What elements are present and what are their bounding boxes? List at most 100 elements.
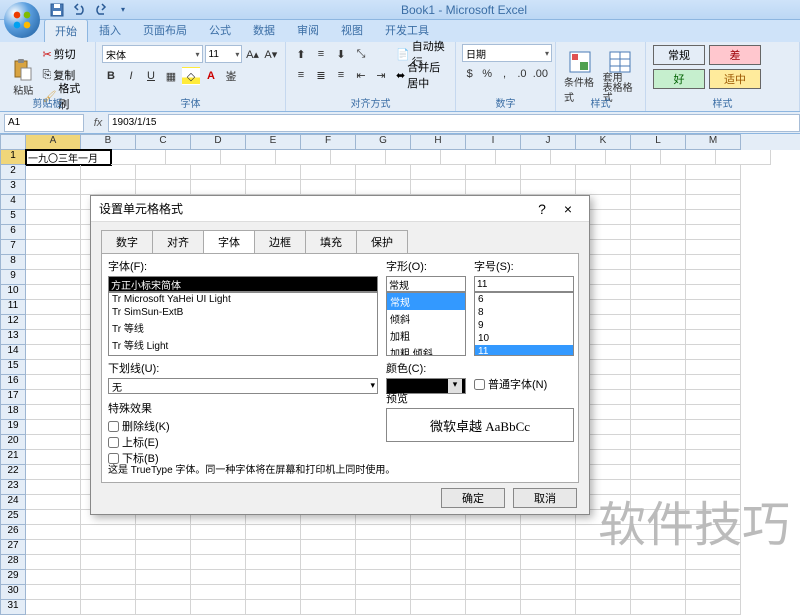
cell[interactable]: [631, 300, 686, 315]
cell[interactable]: [631, 285, 686, 300]
formula-input[interactable]: 1903/1/15: [108, 114, 800, 132]
cell[interactable]: [686, 315, 741, 330]
cell[interactable]: [26, 375, 81, 390]
cell[interactable]: [246, 525, 301, 540]
cell[interactable]: [26, 420, 81, 435]
list-item[interactable]: Tr 等线 Light: [109, 336, 377, 353]
percent-button[interactable]: %: [479, 65, 494, 83]
cell[interactable]: [631, 495, 686, 510]
cell[interactable]: [26, 180, 81, 195]
row-header[interactable]: 15: [0, 360, 26, 375]
increase-indent-button[interactable]: ⇥: [372, 66, 390, 84]
cell[interactable]: [686, 255, 741, 270]
superscript-checkbox[interactable]: 上标(E): [108, 434, 378, 450]
cell[interactable]: [466, 525, 521, 540]
cell[interactable]: [26, 255, 81, 270]
row-header[interactable]: 7: [0, 240, 26, 255]
cell[interactable]: [26, 360, 81, 375]
cell[interactable]: [631, 330, 686, 345]
cell[interactable]: [631, 405, 686, 420]
cell[interactable]: [521, 555, 576, 570]
cell[interactable]: [631, 180, 686, 195]
cell[interactable]: [441, 150, 496, 165]
cell[interactable]: [191, 540, 246, 555]
select-all-corner[interactable]: [0, 134, 26, 150]
merge-center-button[interactable]: ⬌合并后居中: [396, 65, 449, 85]
column-header[interactable]: B: [81, 134, 136, 150]
cell[interactable]: [631, 315, 686, 330]
cell[interactable]: [136, 600, 191, 615]
cell[interactable]: [631, 570, 686, 585]
cell[interactable]: [26, 570, 81, 585]
list-item[interactable]: 倾斜: [387, 310, 465, 327]
cell[interactable]: [576, 180, 631, 195]
cell[interactable]: [686, 450, 741, 465]
list-item[interactable]: Tr SimSun-ExtB: [109, 306, 377, 319]
row-header[interactable]: 19: [0, 420, 26, 435]
row-header[interactable]: 20: [0, 435, 26, 450]
cell[interactable]: [26, 405, 81, 420]
row-header[interactable]: 14: [0, 345, 26, 360]
decrease-indent-button[interactable]: ⇤: [352, 66, 370, 84]
cell[interactable]: [26, 240, 81, 255]
cell[interactable]: [631, 525, 686, 540]
cell[interactable]: [686, 435, 741, 450]
cell[interactable]: [466, 540, 521, 555]
dialog-tab-4[interactable]: 填充: [305, 230, 357, 253]
style-input[interactable]: [386, 276, 466, 292]
column-header[interactable]: K: [576, 134, 631, 150]
cell[interactable]: [26, 465, 81, 480]
cell[interactable]: [246, 540, 301, 555]
cell[interactable]: [576, 555, 631, 570]
cell[interactable]: [191, 600, 246, 615]
ok-button[interactable]: 确定: [441, 488, 505, 508]
underline-button[interactable]: U: [142, 67, 160, 85]
list-item[interactable]: 6: [475, 293, 573, 306]
cell[interactable]: [136, 165, 191, 180]
cell[interactable]: [576, 570, 631, 585]
cell[interactable]: [111, 150, 166, 165]
cell[interactable]: [81, 165, 136, 180]
cell[interactable]: [411, 165, 466, 180]
cell[interactable]: [496, 150, 551, 165]
cell[interactable]: [191, 555, 246, 570]
cell[interactable]: [631, 165, 686, 180]
cell[interactable]: [331, 150, 386, 165]
qat-save[interactable]: [48, 1, 66, 19]
style-good[interactable]: 好: [653, 69, 705, 89]
cell[interactable]: [686, 225, 741, 240]
cell[interactable]: [356, 570, 411, 585]
size-input[interactable]: [474, 276, 574, 292]
row-header[interactable]: 24: [0, 495, 26, 510]
row-header[interactable]: 26: [0, 525, 26, 540]
cell[interactable]: [631, 360, 686, 375]
cell[interactable]: [631, 450, 686, 465]
cell[interactable]: [356, 555, 411, 570]
row-header[interactable]: 10: [0, 285, 26, 300]
cell[interactable]: [686, 195, 741, 210]
office-button[interactable]: [4, 2, 40, 38]
phonetic-button[interactable]: 崟: [222, 67, 240, 85]
cell[interactable]: [411, 180, 466, 195]
ribbon-tab-0[interactable]: 开始: [44, 19, 88, 42]
cell[interactable]: [26, 330, 81, 345]
font-name-combo[interactable]: 宋体: [102, 45, 203, 63]
cell[interactable]: [521, 540, 576, 555]
column-header[interactable]: G: [356, 134, 411, 150]
cell[interactable]: [466, 180, 521, 195]
font-listbox[interactable]: Tr Microsoft YaHei UI LightTr SimSun-Ext…: [108, 292, 378, 356]
list-item[interactable]: 9: [475, 319, 573, 332]
row-header[interactable]: 8: [0, 255, 26, 270]
cell[interactable]: [686, 285, 741, 300]
cell[interactable]: [631, 420, 686, 435]
cell[interactable]: [686, 390, 741, 405]
cell[interactable]: [26, 540, 81, 555]
cell[interactable]: [191, 570, 246, 585]
row-header[interactable]: 21: [0, 450, 26, 465]
cell[interactable]: [191, 180, 246, 195]
bold-button[interactable]: B: [102, 67, 120, 85]
cell[interactable]: [301, 165, 356, 180]
column-header[interactable]: C: [136, 134, 191, 150]
dialog-close-button[interactable]: ×: [555, 201, 581, 217]
row-header[interactable]: 27: [0, 540, 26, 555]
